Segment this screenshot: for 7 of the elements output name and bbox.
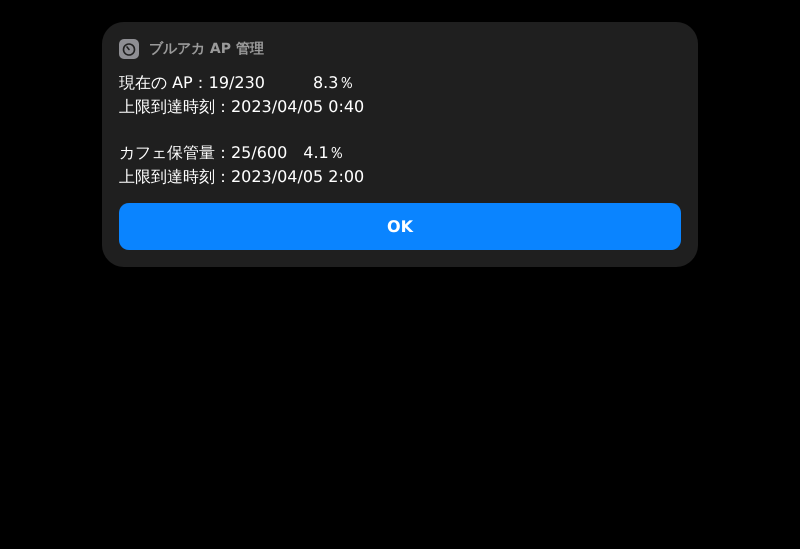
message-line: カフェ保管量：25/600 4.1％ bbox=[119, 142, 346, 164]
message-line: 上限到達時刻：2023/04/05 0:40 bbox=[119, 96, 366, 118]
message-line: 上限到達時刻：2023/04/05 2:00 bbox=[119, 166, 366, 188]
timer-icon bbox=[119, 39, 139, 59]
message-line: 現在の AP：19/230 8.3％ bbox=[119, 72, 356, 94]
ok-button[interactable]: OK bbox=[119, 203, 681, 250]
app-title: ブルアカ AP 管理 bbox=[149, 40, 264, 58]
